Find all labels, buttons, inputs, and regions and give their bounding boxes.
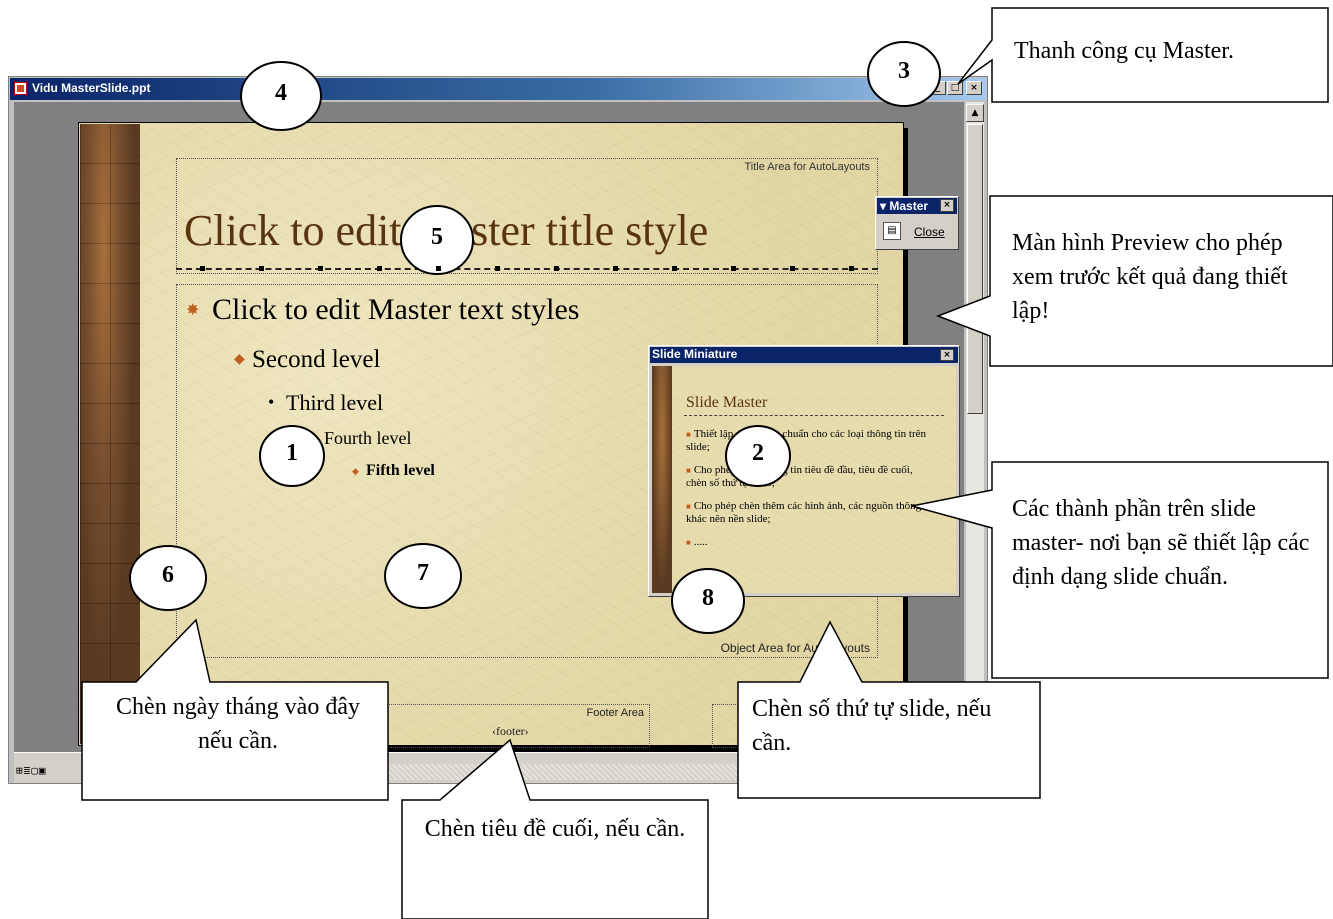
selection-handle[interactable] — [554, 266, 559, 271]
selection-handle[interactable] — [495, 266, 500, 271]
marker-4: 4 — [275, 80, 287, 106]
selection-handle[interactable] — [613, 266, 618, 271]
marker-3: 3 — [898, 58, 910, 84]
callout-layer — [81, 7, 1333, 919]
marker-1: 1 — [286, 440, 298, 466]
marker-7: 7 — [417, 560, 429, 586]
callout-date-text: Chèn ngày tháng vào đây nếu cần. — [116, 694, 360, 754]
marker-2: 2 — [752, 440, 764, 466]
marker-6: 6 — [162, 562, 174, 588]
selection-handle[interactable] — [790, 266, 795, 271]
callout-footer-text: Chèn tiêu đề cuối, nếu cần. — [424, 816, 686, 842]
callout-master-toolbar-text: Thanh công cụ Master. — [1014, 38, 1234, 64]
selection-handle[interactable] — [849, 266, 854, 271]
selection-handle[interactable] — [436, 266, 441, 271]
selection-handle[interactable] — [672, 266, 677, 271]
selection-handle[interactable] — [731, 266, 736, 271]
callout-preview-text: Màn hình Preview cho phép xem trước kết … — [1012, 230, 1288, 324]
selection-handle[interactable] — [200, 266, 205, 271]
selection-handle[interactable] — [377, 266, 382, 271]
callout-components-text: Các thành phần trên slide master- nơi bạ… — [1012, 496, 1310, 590]
marker-5: 5 — [431, 224, 443, 250]
selection-handle[interactable] — [318, 266, 323, 271]
selection-handle[interactable] — [259, 266, 264, 271]
marker-8: 8 — [702, 585, 714, 611]
callout-slide-number-text: Chèn số thứ tự slide, nếu cần. — [752, 696, 992, 756]
